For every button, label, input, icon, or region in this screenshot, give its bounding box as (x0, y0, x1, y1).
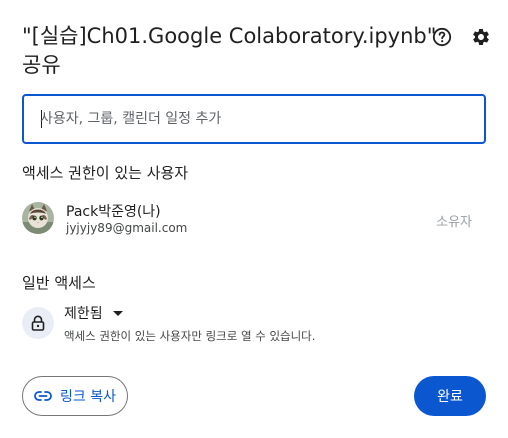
copy-link-button[interactable]: 링크 복사 (22, 376, 128, 416)
dialog-title-filename: "[실습]Ch01.Google Colaboratory.ipynb" (22, 24, 437, 48)
done-label: 완료 (437, 389, 463, 405)
cat-photo-avatar (22, 202, 54, 234)
share-dialog: "[실습]Ch01.Google Colaboratory.ipynb" 공유 … (0, 0, 508, 438)
lock-icon (22, 307, 54, 339)
copy-link-label: 링크 복사 (60, 389, 116, 405)
add-people-input[interactable] (40, 96, 460, 142)
dialog-title: "[실습]Ch01.Google Colaboratory.ipynb" 공유 (22, 22, 437, 80)
general-access-description: 액세스 권한이 있는 사용자만 링크로 열 수 있습니다. (64, 329, 316, 343)
access-section-title: 액세스 권한이 있는 사용자 (22, 164, 189, 182)
link-icon (34, 391, 52, 401)
general-access-selected: 제한됨 (64, 306, 103, 322)
gear-icon[interactable] (470, 26, 492, 48)
done-button[interactable]: 완료 (414, 376, 486, 416)
user-name: Pack박준영(나) (66, 204, 161, 220)
dialog-title-share: 공유 (22, 53, 61, 77)
help-circle-icon[interactable] (431, 26, 453, 48)
add-people-field[interactable] (22, 94, 486, 144)
user-email: jyjyjy89@gmail.com (66, 221, 188, 235)
general-access-title: 일반 액세스 (22, 274, 96, 292)
dropdown-arrow-icon (112, 310, 123, 316)
general-access-dropdown[interactable]: 제한됨 (64, 303, 123, 323)
user-role-label: 소유자 (436, 215, 472, 230)
